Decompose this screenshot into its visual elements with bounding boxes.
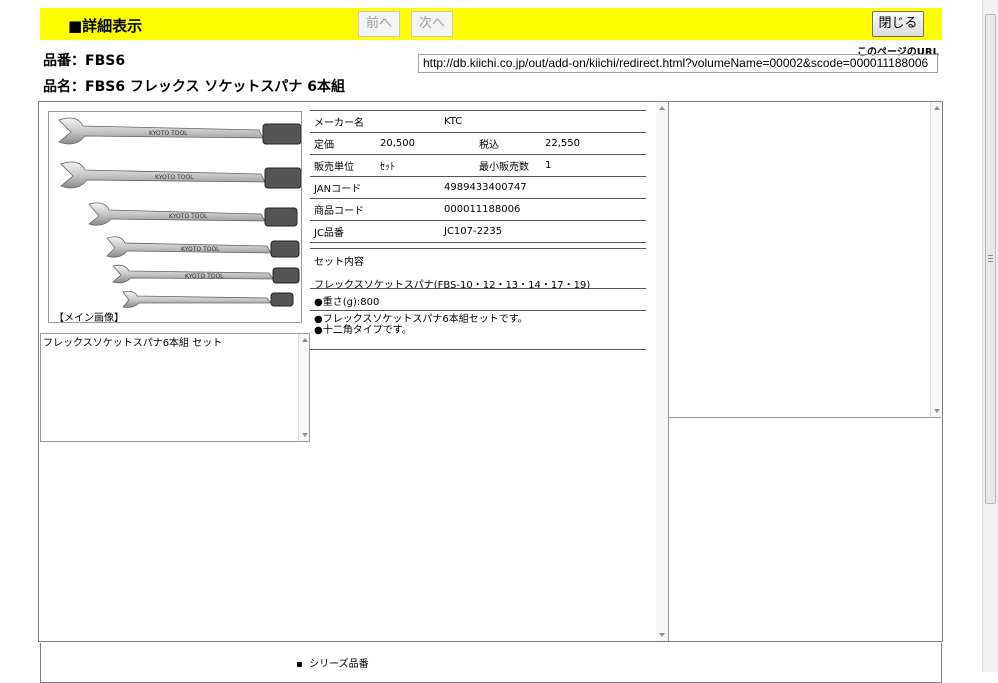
table-row: JC品番 JC107-2235 <box>310 220 646 243</box>
feature-item: ●フレックスソケットスパナ6本組セットです。 <box>314 314 528 325</box>
table-row: 商品コード 000011188006 <box>310 198 646 221</box>
right-lower-pane <box>668 418 941 641</box>
product-code-label: 商品コード <box>310 198 376 221</box>
next-button[interactable]: 次へ <box>411 11 453 37</box>
tax-incl-label: 税込 <box>475 132 541 155</box>
close-button[interactable]: 閉じる <box>872 11 924 37</box>
series-label: ▪ シリーズ品番 <box>296 659 369 670</box>
spec-table: メーカー名 KTC 定価 20,500 税込 22,550 販売単位 ｾｯﾄ 最… <box>310 110 646 243</box>
description-box[interactable]: フレックスソケットスパナ6本組 セット <box>40 333 310 442</box>
jan-label: JANコード <box>310 176 376 199</box>
jc-value: JC107-2235 <box>376 220 646 243</box>
wrench-3: KYOTO TOOL <box>88 202 298 227</box>
maker-label: メーカー名 <box>310 110 376 133</box>
table-row: メーカー名 KTC <box>310 110 646 133</box>
table-row: 販売単位 ｾｯﾄ 最小販売数 1 <box>310 154 646 177</box>
svg-text:KYOTO TOOL: KYOTO TOOL <box>181 246 220 253</box>
product-name: 品名：FBS6 フレックス ソケットスパナ 6本組 <box>43 79 346 95</box>
min-qty-label: 最小販売数 <box>475 154 541 177</box>
svg-text:KYOTO TOOL: KYOTO TOOL <box>155 174 194 181</box>
svg-text:KYOTO TOOL: KYOTO TOOL <box>149 130 188 137</box>
list-price-label: 定価 <box>310 132 376 155</box>
wrench-set-image: KYOTO TOOL KYOTO TOOL KYOTO TOOL KYOTO T… <box>58 117 301 308</box>
tax-incl-value: 22,550 <box>541 132 646 155</box>
svg-text:KYOTO TOOL: KYOTO TOOL <box>185 273 224 280</box>
table-row: 定価 20,500 税込 22,550 <box>310 132 646 155</box>
scroll-up-icon[interactable] <box>934 106 940 110</box>
set-contents-block: セット内容 フレックスソケットスパナ(FBS-10・12・13・14・17・19… <box>310 248 646 291</box>
feature-item: ●十二角タイプです。 <box>314 325 412 336</box>
page-title: ■詳細表示 <box>68 17 143 35</box>
product-image[interactable]: KYOTO TOOL KYOTO TOOL KYOTO TOOL KYOTO T… <box>48 111 302 323</box>
scroll-thumb[interactable] <box>985 14 996 504</box>
center-scrollbar[interactable] <box>656 102 668 641</box>
table-row: JANコード 4989433400747 <box>310 176 646 199</box>
features-block: ●フレックスソケットスパナ6本組セットです。 ●十二角タイプです。 <box>310 310 646 350</box>
scroll-up-icon[interactable] <box>659 106 665 110</box>
right-upper-pane <box>668 102 941 418</box>
detail-panel: KYOTO TOOL KYOTO TOOL KYOTO TOOL KYOTO T… <box>38 101 943 642</box>
jan-value: 4989433400747 <box>376 176 646 199</box>
scroll-down-icon[interactable] <box>302 433 308 437</box>
min-qty-value: 1 <box>541 154 646 177</box>
jc-label: JC品番 <box>310 220 376 243</box>
set-contents-label: セット内容 <box>314 257 364 268</box>
svg-text:KYOTO TOOL: KYOTO TOOL <box>169 213 208 220</box>
scroll-down-icon[interactable] <box>934 409 940 413</box>
scroll-up-icon[interactable] <box>302 338 308 342</box>
product-code-value: 000011188006 <box>376 198 646 221</box>
weight-text: ●重さ(g):800 <box>314 297 380 308</box>
list-price-value: 20,500 <box>376 132 475 155</box>
series-panel: ▪ シリーズ品番 <box>40 643 942 683</box>
wrench-6 <box>122 291 294 308</box>
wrench-4: KYOTO TOOL <box>106 236 300 258</box>
wrench-2: KYOTO TOOL <box>60 161 301 189</box>
page-url-field[interactable]: http://db.kiichi.co.jp/out/add-on/kiichi… <box>418 54 938 73</box>
wrench-5: KYOTO TOOL <box>112 264 300 284</box>
scroll-down-icon[interactable] <box>659 633 665 637</box>
prev-button[interactable]: 前へ <box>358 11 400 37</box>
sales-unit-value: ｾｯﾄ <box>376 154 475 177</box>
right-pane-scrollbar[interactable] <box>930 102 941 417</box>
maker-value: KTC <box>376 110 646 133</box>
wrench-1: KYOTO TOOL <box>58 117 301 145</box>
description-scrollbar[interactable] <box>298 334 309 441</box>
part-number: 品番：FBS6 <box>43 53 126 69</box>
sales-unit-label: 販売単位 <box>310 154 376 177</box>
image-caption: 【メイン画像】 <box>54 313 124 323</box>
weight-block: ●重さ(g):800 <box>310 288 646 310</box>
page-scrollbar[interactable] <box>982 0 998 672</box>
header-bar: ■詳細表示 前へ 次へ 閉じる <box>40 8 942 40</box>
description-text: フレックスソケットスパナ6本組 セット <box>43 338 223 349</box>
